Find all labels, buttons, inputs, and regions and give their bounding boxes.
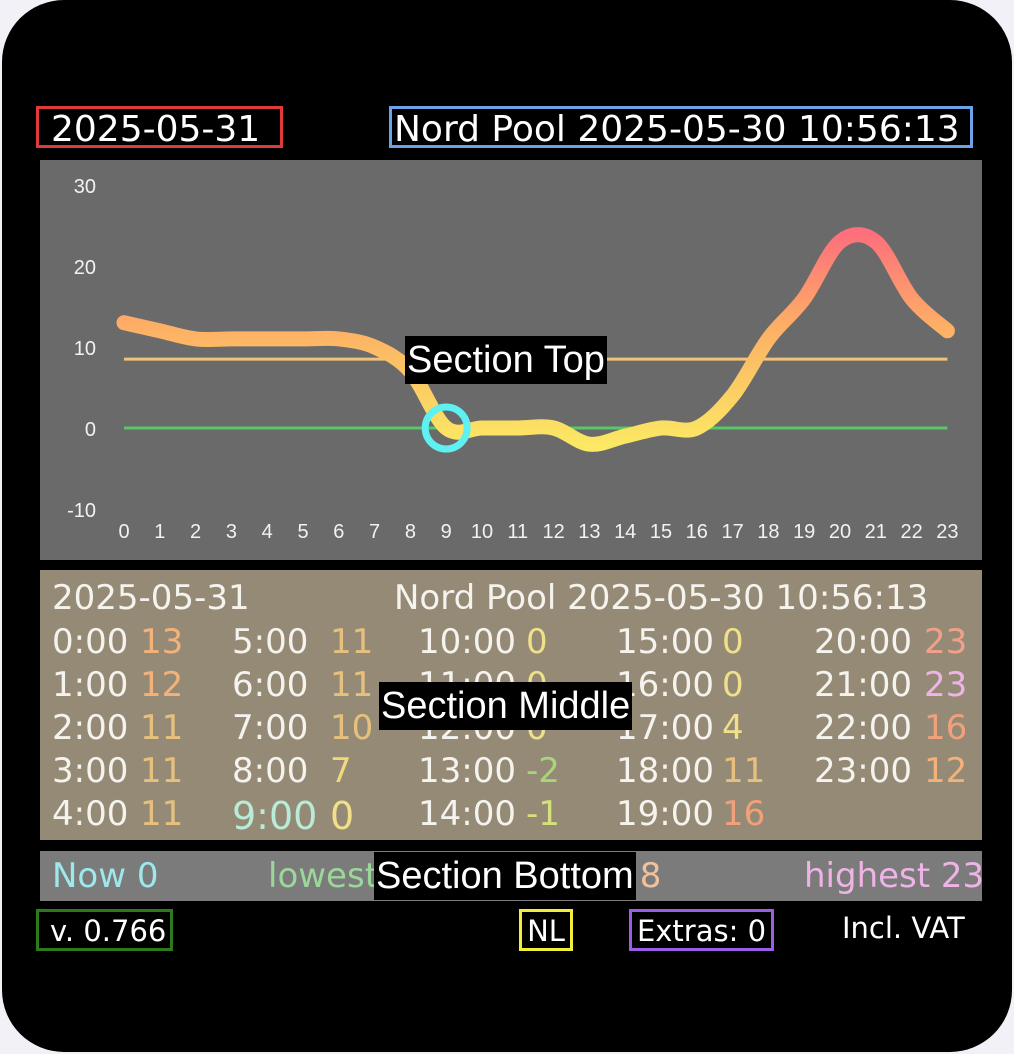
hour-900-time: 9:00 bbox=[232, 794, 318, 838]
hour-900-price: 0 bbox=[330, 794, 355, 838]
section-top-label: Section Top bbox=[405, 336, 607, 384]
date-header: 2025-05-31 bbox=[36, 106, 283, 150]
hour-2200-price: 16 bbox=[924, 708, 968, 748]
section-middle-label: Section Middle bbox=[379, 682, 633, 730]
hour-500-time: 5:00 bbox=[232, 622, 309, 662]
hour-1800-price: 11 bbox=[722, 751, 766, 791]
hour-800-price: 7 bbox=[330, 751, 352, 791]
x-tick-label: 8 bbox=[405, 521, 416, 543]
device-frame: 2025-05-31 Nord Pool 2025-05-30 10:56:13… bbox=[2, 0, 1012, 1052]
hour-2300-time: 23:00 bbox=[814, 751, 912, 791]
x-tick-label: 20 bbox=[829, 521, 851, 543]
hour-1900-price: 16 bbox=[722, 794, 766, 834]
x-tick-label: 17 bbox=[721, 521, 743, 543]
hour-400-time: 4:00 bbox=[52, 794, 129, 834]
vat-label: Incl. VAT bbox=[842, 911, 965, 945]
hour-000-price: 13 bbox=[140, 622, 184, 662]
hour-800-time: 8:00 bbox=[232, 751, 309, 791]
x-tick-label: 15 bbox=[650, 521, 672, 543]
hour-1600-price: 0 bbox=[722, 665, 744, 705]
x-tick-label: 5 bbox=[297, 521, 308, 543]
hour-400-price: 11 bbox=[140, 794, 184, 834]
x-tick-label: 22 bbox=[900, 521, 922, 543]
hour-500-price: 11 bbox=[330, 622, 374, 662]
hour-600-time: 6:00 bbox=[232, 665, 309, 705]
table-date: 2025-05-31 bbox=[52, 578, 250, 618]
x-tick-label: 23 bbox=[936, 521, 958, 543]
hour-1700-price: 4 bbox=[722, 708, 744, 748]
hour-200-time: 2:00 bbox=[52, 708, 129, 748]
hour-1800-time: 18:00 bbox=[616, 751, 714, 791]
section-bottom-label: Section Bottom bbox=[374, 852, 636, 900]
y-tick-label: 0 bbox=[85, 419, 96, 441]
hour-1500-price: 0 bbox=[722, 622, 744, 662]
lowest-price: lowest bbox=[268, 856, 379, 896]
x-tick-label: 9 bbox=[441, 521, 452, 543]
hour-1500-time: 15:00 bbox=[616, 622, 714, 662]
hour-300-price: 11 bbox=[140, 751, 184, 791]
hour-2200-time: 22:00 bbox=[814, 708, 912, 748]
region-label[interactable]: NL bbox=[519, 909, 573, 951]
hour-2000-time: 20:00 bbox=[814, 622, 912, 662]
x-tick-label: 11 bbox=[507, 521, 528, 543]
hour-1000-time: 10:00 bbox=[418, 622, 516, 662]
x-tick-label: 18 bbox=[757, 521, 779, 543]
x-tick-label: 4 bbox=[262, 521, 273, 543]
hour-1400-time: 14:00 bbox=[418, 794, 516, 834]
x-tick-label: 14 bbox=[614, 521, 636, 543]
hour-1300-price: -2 bbox=[526, 751, 560, 791]
extras-label[interactable]: Extras: 0 bbox=[629, 909, 774, 951]
hour-2000-price: 23 bbox=[924, 622, 968, 662]
x-tick-label: 6 bbox=[333, 521, 344, 543]
hour-100-price: 12 bbox=[140, 665, 184, 705]
x-tick-label: 3 bbox=[226, 521, 237, 543]
x-tick-label: 1 bbox=[154, 521, 165, 543]
now-price: Now 0 bbox=[52, 856, 159, 896]
x-tick-label: 7 bbox=[369, 521, 380, 543]
hour-000-time: 0:00 bbox=[52, 622, 129, 662]
hour-2100-time: 21:00 bbox=[814, 665, 912, 705]
x-tick-label: 19 bbox=[793, 521, 815, 543]
hour-1400-price: -1 bbox=[526, 794, 560, 834]
y-tick-label: 20 bbox=[74, 257, 96, 279]
source-header: Nord Pool 2025-05-30 10:56:13 bbox=[389, 106, 973, 150]
hour-700-price: 10 bbox=[330, 708, 374, 748]
y-tick-label: 30 bbox=[74, 176, 96, 198]
hour-2100-price: 23 bbox=[924, 665, 968, 705]
hour-2300-price: 12 bbox=[924, 751, 968, 791]
x-tick-label: 10 bbox=[471, 521, 493, 543]
x-tick-label: 13 bbox=[578, 521, 600, 543]
y-tick-label: -10 bbox=[67, 500, 96, 522]
y-tick-label: 10 bbox=[74, 338, 96, 360]
hour-1300-time: 13:00 bbox=[418, 751, 516, 791]
x-tick-label: 2 bbox=[190, 521, 201, 543]
table-source: Nord Pool 2025-05-30 10:56:13 bbox=[394, 578, 929, 618]
version-label: v. 0.766 bbox=[36, 909, 173, 951]
highest-price: highest 23 bbox=[804, 856, 985, 896]
hour-200-price: 11 bbox=[140, 708, 184, 748]
x-tick-label: 21 bbox=[865, 521, 887, 543]
x-tick-label: 16 bbox=[686, 521, 708, 543]
hour-100-time: 1:00 bbox=[52, 665, 129, 705]
hour-300-time: 3:00 bbox=[52, 751, 129, 791]
hour-1000-price: 0 bbox=[526, 622, 548, 662]
hour-1900-time: 19:00 bbox=[616, 794, 714, 834]
x-tick-label: 12 bbox=[542, 521, 564, 543]
hour-600-price: 11 bbox=[330, 665, 374, 705]
x-tick-label: 0 bbox=[118, 521, 129, 543]
hour-700-time: 7:00 bbox=[232, 708, 309, 748]
